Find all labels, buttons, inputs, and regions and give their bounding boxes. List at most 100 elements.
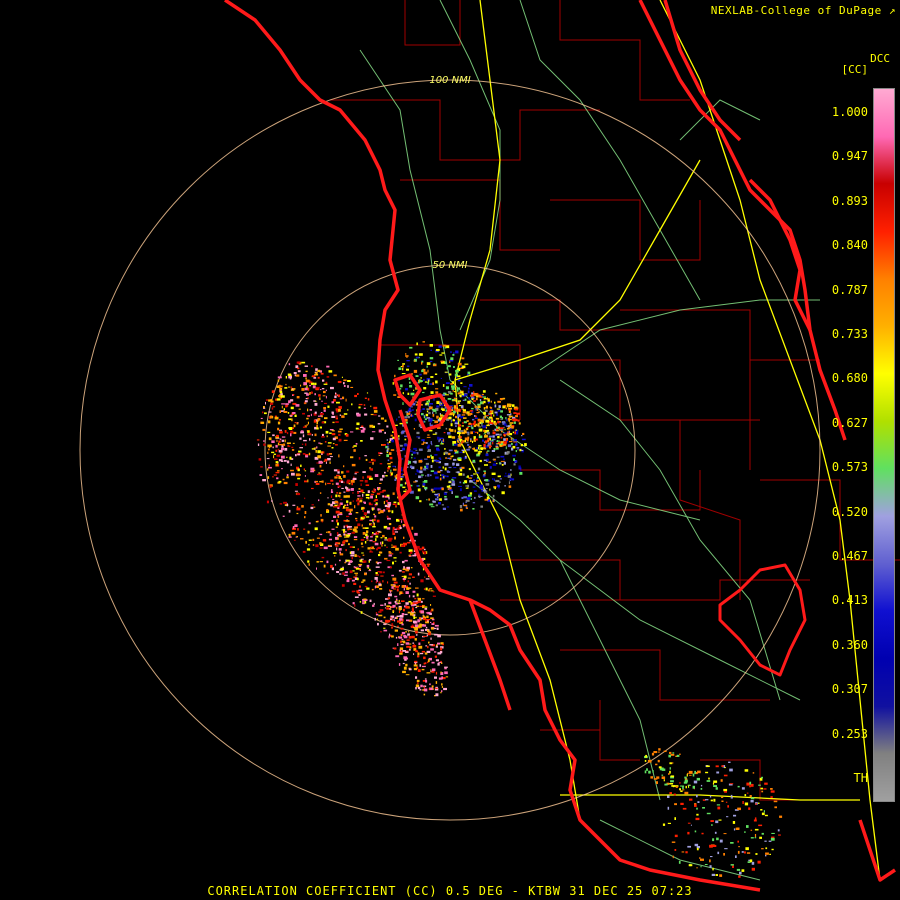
echo-pixel (319, 533, 323, 536)
echo-pixel (729, 768, 733, 772)
echo-pixel (315, 521, 319, 523)
echo-pixel (459, 481, 462, 484)
echo-pixel (450, 357, 454, 361)
echo-pixel (312, 385, 316, 389)
echo-pixel (401, 638, 404, 641)
echo-pixel (477, 394, 481, 397)
echo-pixel (696, 777, 700, 781)
echo-pixel (486, 451, 488, 453)
echo-pixel (412, 554, 416, 557)
echo-pixel (355, 427, 359, 430)
echo-pixel (444, 667, 447, 670)
echo-pixel (394, 475, 397, 478)
echo-pixel (422, 624, 427, 627)
echo-pixel (717, 806, 721, 810)
echo-pixel (379, 491, 384, 493)
echo-pixel (439, 354, 443, 356)
echo-pixel (392, 492, 395, 495)
echo-pixel (359, 480, 364, 482)
echo-pixel (273, 453, 276, 455)
echo-pixel (306, 385, 308, 388)
echo-pixel (360, 558, 364, 560)
echo-pixel (427, 645, 429, 649)
echo-pixel (268, 437, 272, 441)
echo-pixel (362, 602, 365, 605)
echo-pixel (428, 400, 430, 403)
coastline (224, 0, 896, 892)
echo-pixel (742, 801, 744, 804)
echo-pixel (431, 459, 434, 463)
echo-pixel (432, 618, 435, 621)
echo-pixel (492, 494, 495, 498)
echo-pixel (424, 458, 428, 460)
echo-pixel (358, 406, 361, 409)
echo-pixel (294, 524, 298, 527)
echo-pixel (355, 574, 358, 576)
echo-pixel (730, 842, 734, 844)
echo-pixel (415, 387, 417, 390)
echo-pixel (470, 412, 473, 415)
echo-pixel (467, 436, 470, 440)
echo-pixel (478, 411, 480, 413)
echo-pixel (392, 382, 394, 385)
echo-pixel (400, 640, 402, 644)
echo-pixel (398, 663, 401, 666)
radar-echoes (256, 341, 783, 878)
echo-pixel (708, 777, 710, 780)
echo-pixel (391, 553, 394, 555)
echo-pixel (407, 541, 411, 544)
echo-pixel (438, 466, 441, 469)
echo-pixel (384, 544, 386, 547)
echo-pixel (455, 396, 457, 398)
echo-pixel (416, 431, 420, 435)
echo-pixel (723, 774, 728, 777)
echo-pixel (291, 449, 295, 451)
echo-pixel (335, 408, 338, 411)
echo-pixel (493, 414, 495, 417)
echo-pixel (267, 420, 271, 424)
echo-pixel (418, 645, 423, 649)
echo-pixel (753, 819, 757, 822)
echo-pixel (364, 413, 368, 416)
echo-pixel (451, 387, 455, 390)
echo-pixel (420, 449, 423, 451)
echo-pixel (358, 594, 361, 596)
echo-pixel (270, 415, 273, 419)
echo-pixel (287, 373, 292, 376)
echo-pixel (393, 584, 395, 586)
echo-pixel (467, 411, 470, 413)
echo-pixel (440, 408, 445, 410)
echo-pixel (396, 607, 398, 610)
echo-pixel (674, 817, 676, 820)
echo-pixel (300, 464, 302, 467)
echo-pixel (307, 387, 310, 391)
echo-pixel (350, 488, 354, 491)
echo-pixel (439, 437, 444, 439)
echo-pixel (729, 783, 734, 785)
echo-pixel (427, 403, 429, 406)
echo-pixel (744, 769, 749, 772)
echo-pixel (326, 509, 329, 512)
echo-pixel (447, 457, 451, 459)
echo-pixel (738, 875, 741, 878)
echo-pixel (351, 531, 355, 534)
minor-highways (359, 0, 820, 881)
echo-pixel (420, 377, 422, 379)
echo-pixel (492, 431, 496, 435)
echo-pixel (764, 840, 767, 842)
echo-pixel (388, 593, 392, 597)
echo-pixel (369, 468, 372, 471)
echo-pixel (327, 497, 329, 499)
echo-pixel (461, 496, 464, 499)
echo-pixel (271, 407, 274, 410)
echo-pixel (483, 459, 487, 461)
echo-pixel (311, 391, 313, 394)
echo-pixel (441, 686, 443, 688)
echo-pixel (307, 421, 309, 425)
echo-pixel (724, 848, 728, 850)
echo-pixel (285, 383, 287, 386)
echo-pixel (413, 664, 418, 667)
echo-pixel (297, 367, 300, 370)
echo-pixel (263, 407, 266, 409)
echo-pixel (466, 448, 470, 451)
